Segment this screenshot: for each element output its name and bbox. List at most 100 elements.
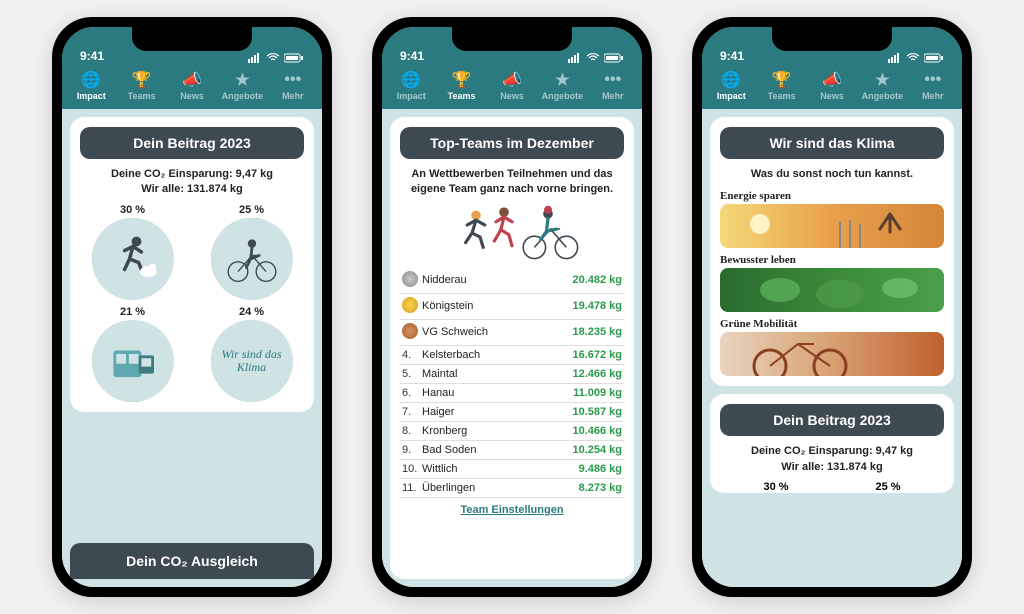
team-row[interactable]: VG Schweich18.235 kg [400, 320, 624, 346]
percent-label: 30 % [120, 204, 145, 216]
tab-news[interactable]: 📣News [807, 71, 857, 101]
tab-news[interactable]: 📣 News [167, 71, 217, 101]
tab-mehr[interactable]: ••• Mehr [588, 71, 638, 101]
tab-label: Impact [397, 91, 426, 101]
quad-climate[interactable]: 24 % Wir sind das Klima [199, 306, 304, 402]
medal-icon [402, 297, 418, 313]
tab-label: Teams [448, 91, 476, 101]
team-row[interactable]: Königstein19.478 kg [400, 294, 624, 320]
team-row[interactable]: 11.Überlingen8.273 kg [400, 479, 624, 498]
tab-news[interactable]: 📣News [487, 71, 537, 101]
team-name: Bad Soden [422, 444, 572, 456]
star-icon: ★ [235, 71, 249, 89]
circle-cyclist [211, 218, 293, 300]
card-title: Dein Beitrag 2023 [720, 404, 944, 436]
tab-label: News [500, 91, 524, 101]
card-subtitle: Was du sonst noch tun kannst. [720, 167, 944, 182]
team-row[interactable]: 5.Maintal12.466 kg [400, 365, 624, 384]
tab-impact[interactable]: 🌐 Impact [66, 71, 116, 101]
tab-label: Impact [77, 91, 106, 101]
medal-icon [402, 323, 418, 339]
team-value: 10.587 kg [572, 406, 622, 418]
wifi-icon [906, 53, 920, 63]
star-icon: ★ [875, 71, 889, 89]
tab-impact[interactable]: 🌐Impact [706, 71, 756, 101]
team-name: Überlingen [422, 482, 579, 494]
top-teams-card: Top-Teams im Dezember An Wettbewerben Te… [390, 117, 634, 579]
contribution-card: Dein Beitrag 2023 Deine CO₂ Einsparung: … [70, 117, 314, 412]
team-name: Hanau [422, 387, 573, 399]
tab-mehr[interactable]: ••• Mehr [908, 71, 958, 101]
tab-bar: 🌐 Impact 🏆 Teams 📣 News ★ Angebote ••• M… [62, 67, 322, 109]
status-time: 9:41 [400, 49, 424, 63]
status-time: 9:41 [720, 49, 744, 63]
leben-image [720, 268, 944, 312]
tab-mehr[interactable]: ••• Mehr [268, 71, 318, 101]
tab-label: Mehr [922, 91, 944, 101]
megaphone-icon: 📣 [182, 71, 202, 89]
tab-label: Impact [717, 91, 746, 101]
team-rank: 6. [402, 387, 422, 399]
tab-teams[interactable]: 🏆 Teams [116, 71, 166, 101]
notch [772, 27, 892, 51]
category-mobility[interactable]: Grüne Mobilität [720, 318, 944, 376]
quad-runner[interactable]: 30 % [80, 204, 185, 300]
team-rank: 9. [402, 444, 422, 456]
dots-icon: ••• [604, 71, 621, 89]
wifi-icon [586, 53, 600, 63]
team-row[interactable]: 7.Haiger10.587 kg [400, 403, 624, 422]
team-rank [402, 271, 422, 290]
team-row[interactable]: Nidderau20.482 kg [400, 268, 624, 294]
offset-card-title[interactable]: Dein CO₂ Ausgleich [70, 543, 314, 579]
status-icons [888, 53, 944, 63]
tab-teams[interactable]: 🏆Teams [436, 71, 486, 101]
circle-climate: Wir sind das Klima [211, 320, 293, 402]
team-value: 9.486 kg [579, 463, 622, 475]
team-value: 18.235 kg [572, 326, 622, 338]
savings-line2: Wir alle: 131.874 kg [80, 182, 304, 197]
globe-icon: 🌐 [81, 71, 101, 89]
team-rank: 4. [402, 349, 422, 361]
tab-angebote[interactable]: ★ Angebote [217, 71, 267, 101]
content: Dein Beitrag 2023 Deine CO₂ Einsparung: … [62, 109, 322, 587]
percent-label: 24 % [239, 306, 264, 318]
dots-icon: ••• [924, 71, 941, 89]
signal-icon [248, 53, 262, 63]
team-rank [402, 323, 422, 342]
percent-label: 25 % [875, 481, 900, 493]
team-row[interactable]: 8.Kronberg10.466 kg [400, 422, 624, 441]
team-rank: 5. [402, 368, 422, 380]
megaphone-icon: 📣 [822, 71, 842, 89]
category-label: Grüne Mobilität [720, 318, 944, 330]
percent-label: 25 % [239, 204, 264, 216]
team-row[interactable]: 10.Wittlich9.486 kg [400, 460, 624, 479]
category-energy[interactable]: Energie sparen [720, 190, 944, 248]
quad-cyclist[interactable]: 25 % [199, 204, 304, 300]
tab-impact[interactable]: 🌐 Impact [386, 71, 436, 101]
quad-tram[interactable]: 21 % [80, 306, 185, 402]
globe-icon: 🌐 [401, 71, 421, 89]
category-leben[interactable]: Bewusster leben [720, 254, 944, 312]
savings-line2: Wir alle: 131.874 kg [720, 460, 944, 475]
team-row[interactable]: 9.Bad Soden10.254 kg [400, 441, 624, 460]
category-label: Bewusster leben [720, 254, 944, 266]
tab-angebote[interactable]: ★Angebote [857, 71, 907, 101]
notch [132, 27, 252, 51]
quad-grid: 30 % 25 % [80, 204, 304, 402]
signal-icon [568, 53, 582, 63]
phone-mockup-3: 9:41 🌐Impact 🏆Teams 📣News ★Angebote ••• M… [692, 17, 972, 597]
team-value: 20.482 kg [572, 274, 622, 286]
team-row[interactable]: 6.Hanau11.009 kg [400, 384, 624, 403]
mobility-image [720, 332, 944, 376]
tab-angebote[interactable]: ★Angebote [537, 71, 587, 101]
contribution-card-2: Dein Beitrag 2023 Deine CO₂ Einsparung: … [710, 394, 954, 493]
content: Top-Teams im Dezember An Wettbewerben Te… [382, 109, 642, 587]
phone-mockup-2: 9:41 🌐 Impact 🏆Teams 📣News ★Angebote ••• M… [372, 17, 652, 597]
tab-label: Teams [768, 91, 796, 101]
tab-label: Mehr [602, 91, 624, 101]
team-row[interactable]: 4.Kelsterbach16.672 kg [400, 346, 624, 365]
team-settings-link[interactable]: Team Einstellungen [400, 498, 624, 516]
tab-teams[interactable]: 🏆Teams [756, 71, 806, 101]
competition-illustration [400, 198, 624, 268]
team-value: 10.254 kg [572, 444, 622, 456]
